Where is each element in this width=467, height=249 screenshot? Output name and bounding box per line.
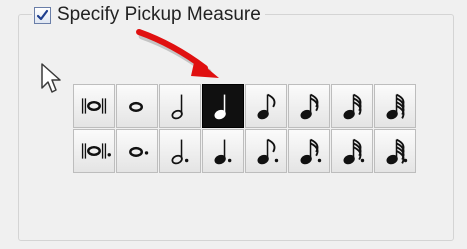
dotted-whole-duration-button[interactable] [116, 129, 158, 173]
whole-note-icon [129, 101, 143, 113]
sixty-fourth-duration-button[interactable] [374, 84, 416, 128]
dotted-breve-icon [81, 143, 111, 159]
dotted-half-duration-button[interactable] [159, 129, 201, 173]
half-duration-button[interactable] [159, 84, 201, 128]
pickup-checkbox[interactable] [34, 6, 51, 24]
eighth-note-icon [257, 93, 276, 120]
sixty-fourth-note-icon [386, 93, 405, 120]
dotted-breve-duration-button[interactable] [73, 129, 115, 173]
dotted-sixteenth-duration-button[interactable] [288, 129, 330, 173]
dotted-sixteenth-note-icon [300, 138, 322, 165]
mouse-cursor-icon [41, 63, 61, 93]
thirty-second-note-icon [343, 93, 362, 120]
note-duration-palette [73, 84, 416, 173]
sixteenth-note-icon [300, 93, 319, 120]
dotted-thirty-second-note-icon [343, 138, 365, 165]
half-note-icon [171, 94, 183, 120]
dotted-sixty-fourth-duration-button[interactable] [374, 129, 416, 173]
quarter-note-icon [214, 94, 226, 120]
dotted-half-note-icon [171, 139, 189, 165]
quarter-duration-button[interactable] [202, 84, 244, 128]
dotted-quarter-duration-button[interactable] [202, 129, 244, 173]
red-pointer-arrow-icon [136, 29, 219, 78]
dotted-eighth-note-icon [257, 138, 279, 165]
pickup-measure-panel: Specify Pickup Measure [0, 0, 467, 249]
whole-duration-button[interactable] [116, 84, 158, 128]
dotted-quarter-note-icon [214, 139, 232, 165]
dotted-thirty-second-duration-button[interactable] [331, 129, 373, 173]
eighth-duration-button[interactable] [245, 84, 287, 128]
dotted-whole-note-icon [129, 146, 149, 157]
breve-duration-button[interactable] [73, 84, 115, 128]
dotted-sixty-fourth-note-icon [386, 138, 408, 165]
thirty-second-duration-button[interactable] [331, 84, 373, 128]
checkmark-icon [36, 9, 49, 20]
dotted-eighth-duration-button[interactable] [245, 129, 287, 173]
breve-icon [81, 98, 107, 114]
sixteenth-duration-button[interactable] [288, 84, 330, 128]
